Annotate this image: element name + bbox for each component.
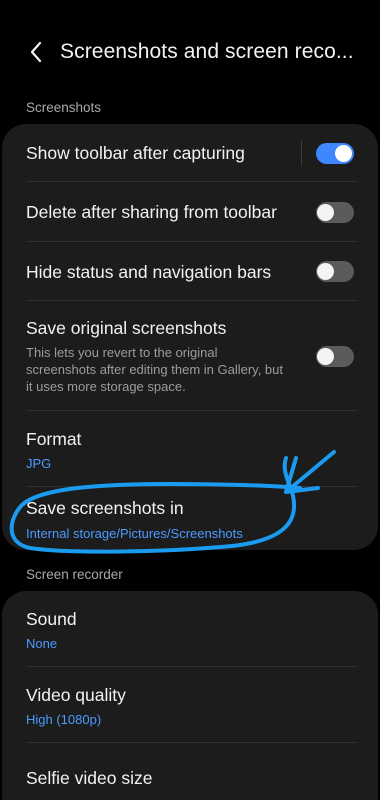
setting-sound[interactable]: Sound None	[2, 591, 378, 667]
show-toolbar-toggle[interactable]	[316, 142, 354, 164]
toggle-knob	[317, 203, 334, 221]
setting-value: None	[26, 635, 58, 651]
screenshots-card: Show toolbar after capturing Delete afte…	[2, 124, 378, 550]
save-original-toggle[interactable]	[316, 345, 354, 367]
setting-delete-after-sharing[interactable]: Delete after sharing from toolbar	[2, 182, 378, 242]
toggle-knob	[335, 144, 352, 162]
setting-save-location[interactable]: Save screenshots in Internal storage/Pic…	[2, 487, 378, 550]
setting-description: This lets you revert to the original scr…	[26, 345, 283, 394]
setting-title: Hide status and navigation bars	[26, 261, 272, 282]
hide-status-bars-toggle[interactable]	[316, 261, 354, 282]
section-label-screen-recorder: Screen recorder	[26, 567, 123, 582]
setting-title: Delete after sharing from toolbar	[26, 202, 277, 222]
app-bar: Screenshots and screen reco...	[0, 24, 380, 80]
toggle-knob	[317, 263, 334, 280]
setting-show-toolbar[interactable]: Show toolbar after capturing	[2, 124, 378, 182]
setting-value: High (1080p)	[26, 711, 102, 727]
setting-value: JPG	[26, 455, 52, 471]
setting-hide-status-bars[interactable]: Hide status and navigation bars	[2, 242, 378, 301]
setting-video-quality[interactable]: Video quality High (1080p)	[2, 667, 378, 743]
setting-format[interactable]: Format JPG	[2, 411, 378, 487]
setting-value: Internal storage/Pictures/Screenshots	[26, 525, 243, 541]
setting-title: Video quality	[26, 684, 126, 705]
chevron-left-icon	[30, 41, 42, 63]
setting-title: Show toolbar after capturing	[26, 143, 245, 163]
recorder-card: Sound None Video quality High (1080p) Se…	[2, 591, 378, 800]
settings-screen: Screenshots and screen reco... Screensho…	[0, 0, 380, 800]
section-label-screenshots: Screenshots	[26, 100, 102, 115]
toggle-knob	[317, 347, 334, 365]
divider-vertical	[301, 140, 302, 166]
setting-title: Format	[26, 428, 82, 449]
setting-title: Save screenshots in	[26, 497, 184, 518]
back-button[interactable]	[16, 32, 56, 72]
setting-save-original[interactable]: Save original screenshots This lets you …	[2, 301, 378, 411]
setting-title: Sound	[26, 608, 77, 629]
delete-after-sharing-toggle[interactable]	[316, 201, 354, 223]
setting-title: Selfie video size	[26, 768, 153, 788]
setting-selfie-video-size[interactable]: Selfie video size	[2, 743, 378, 800]
page-title: Screenshots and screen reco...	[60, 40, 354, 63]
setting-title: Save original screenshots	[26, 318, 227, 338]
